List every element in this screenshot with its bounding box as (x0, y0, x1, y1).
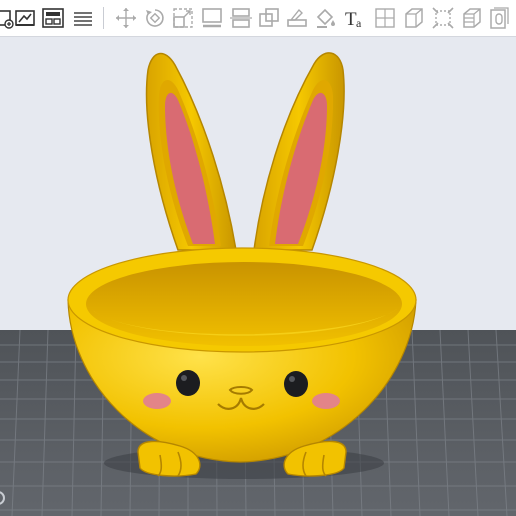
split-parts-icon[interactable] (402, 6, 426, 30)
layers-icon[interactable] (71, 6, 95, 30)
bowl-interior (86, 262, 402, 346)
assembly-icon[interactable] (488, 6, 512, 30)
left-cheek (143, 393, 171, 409)
boolean-icon[interactable] (257, 6, 281, 30)
scene-canvas[interactable] (0, 37, 516, 516)
split-objects-icon[interactable] (373, 6, 397, 30)
variable-layer-icon[interactable] (460, 6, 484, 30)
lay-on-face-icon[interactable] (200, 6, 224, 30)
svg-text:a: a (356, 16, 362, 30)
scale-icon[interactable] (171, 6, 195, 30)
left-ear[interactable] (145, 52, 237, 251)
right-cheek (312, 393, 340, 409)
layout-icon[interactable] (41, 6, 65, 30)
text-icon[interactable]: Ta (344, 6, 368, 30)
toolbar-separator (103, 7, 104, 29)
move-icon[interactable] (114, 6, 138, 30)
3d-viewport[interactable] (0, 37, 516, 516)
color-paint-icon[interactable] (314, 6, 338, 30)
arrange-icon[interactable] (13, 6, 37, 30)
right-eye (284, 371, 308, 397)
rotate-icon[interactable] (143, 6, 167, 30)
measure-icon[interactable] (431, 6, 455, 30)
right-ear[interactable] (253, 52, 345, 251)
left-eye (176, 370, 200, 396)
main-toolbar: Ta (0, 0, 516, 37)
cut-icon[interactable] (229, 6, 253, 30)
support-paint-icon[interactable] (285, 6, 309, 30)
